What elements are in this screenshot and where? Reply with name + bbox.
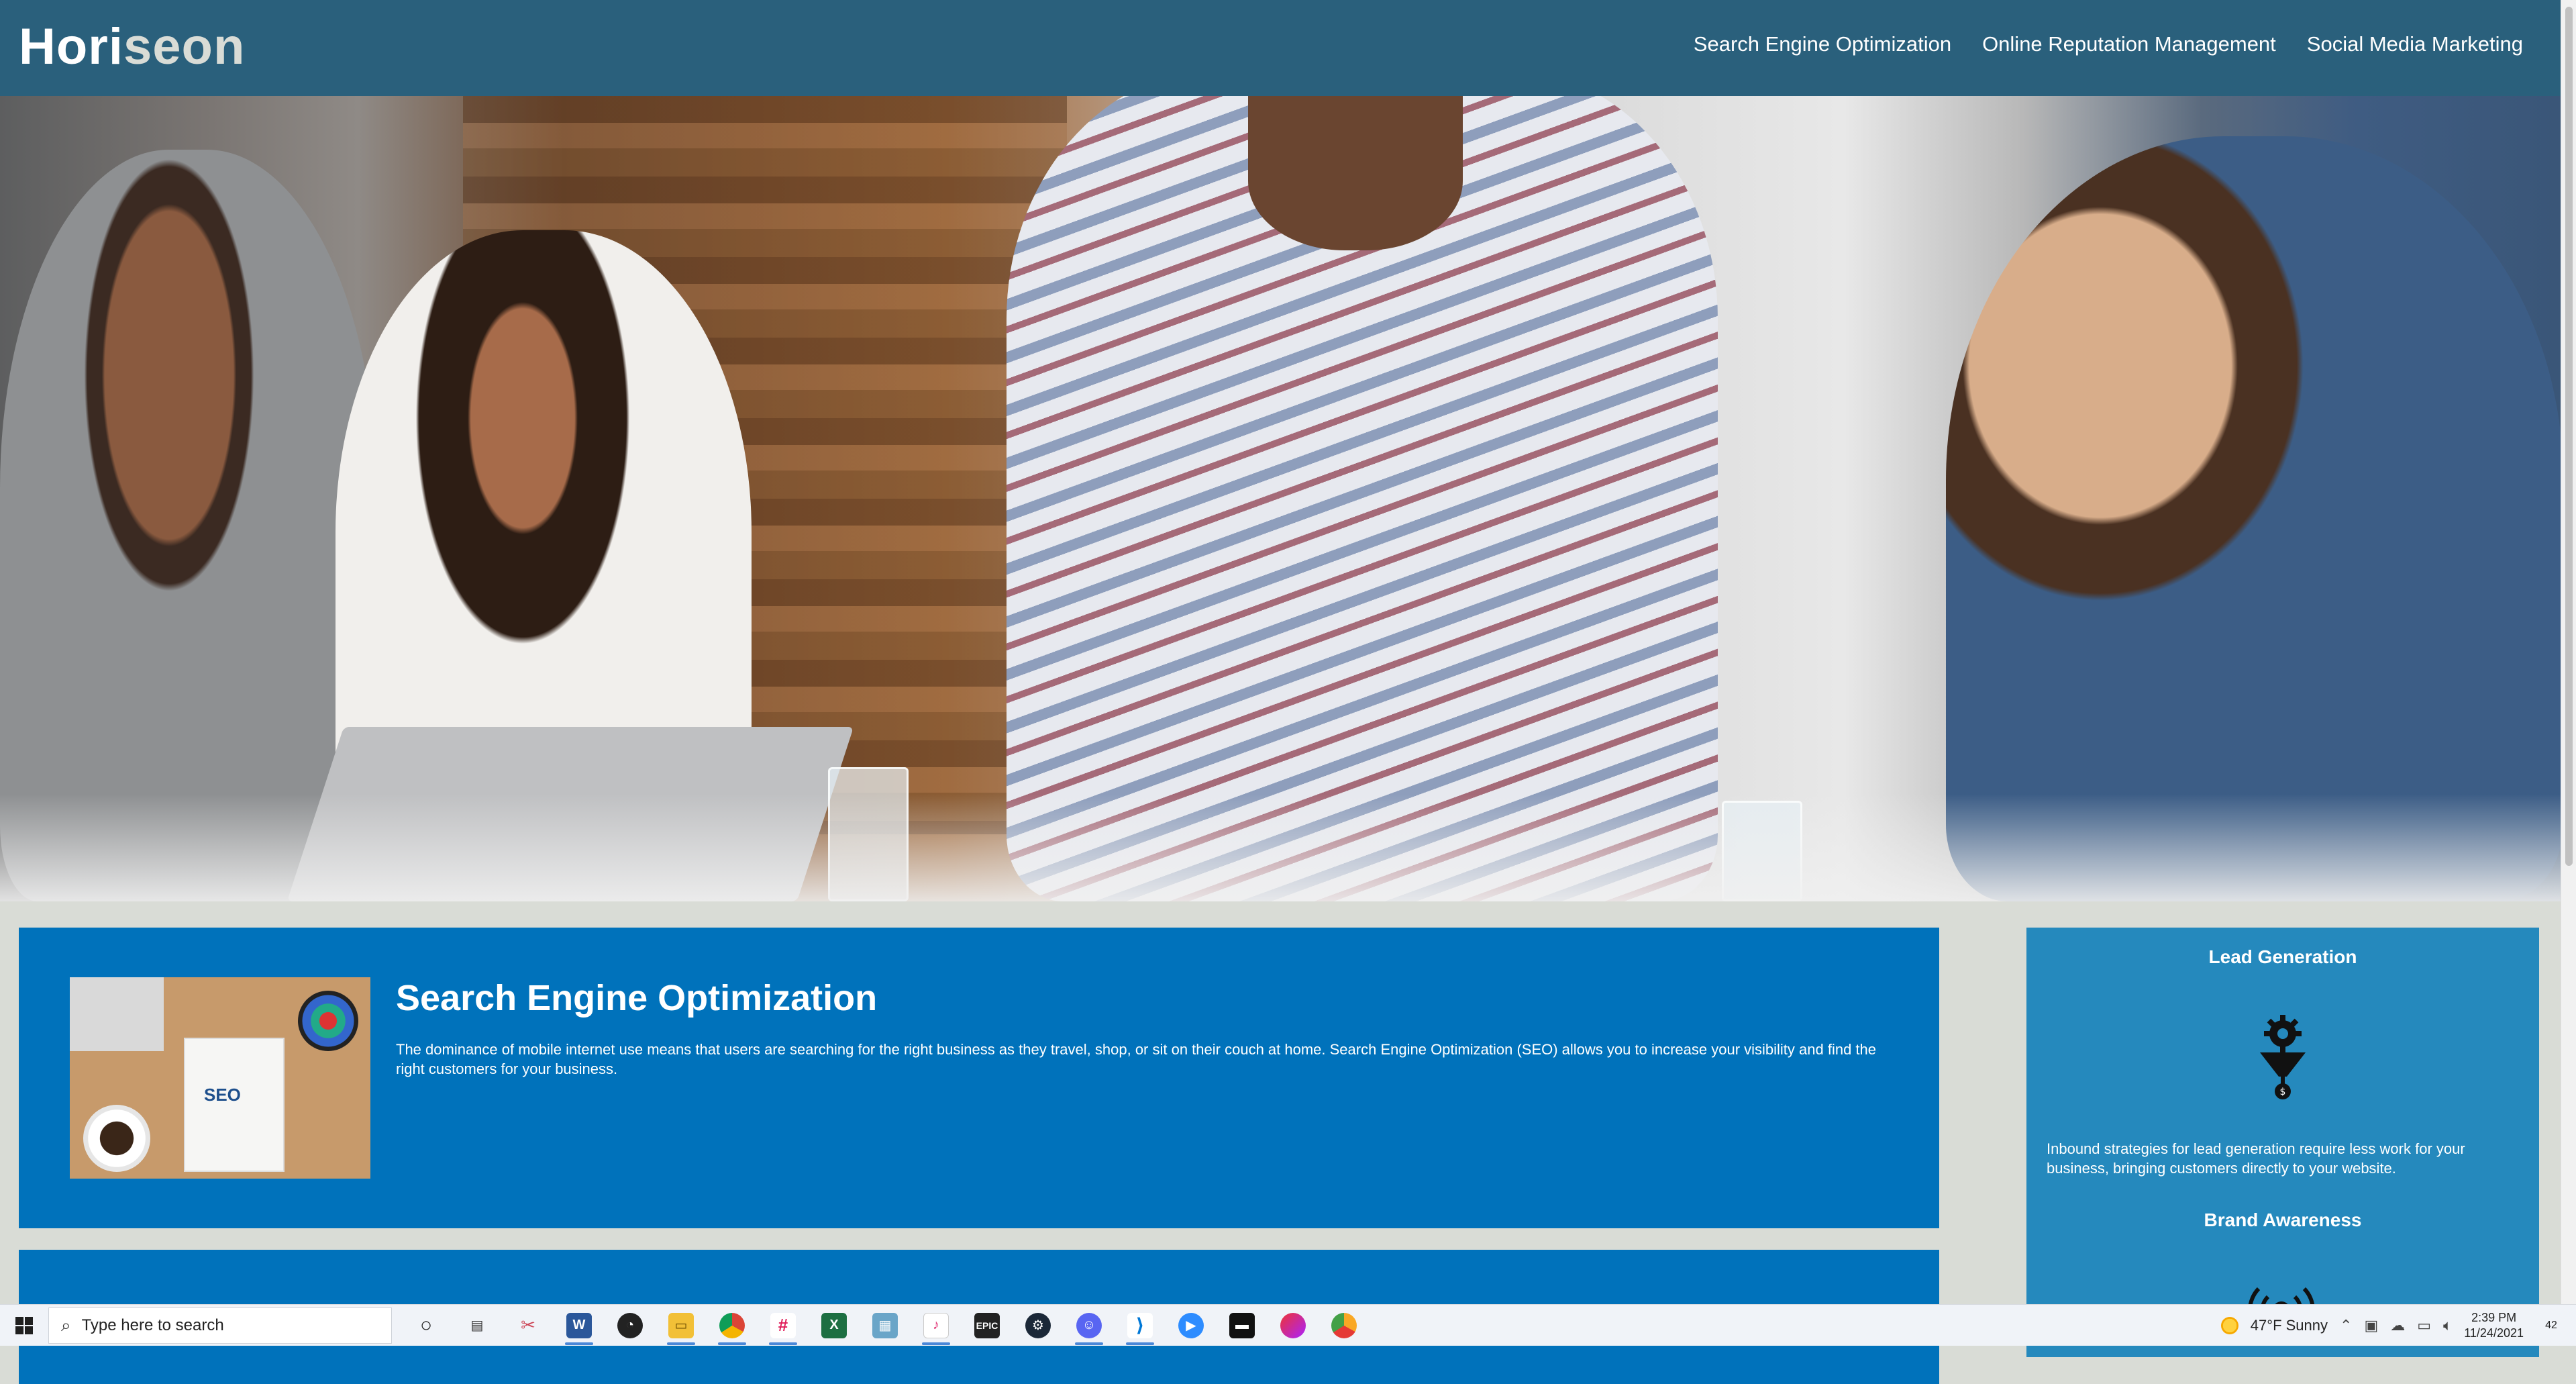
taskbar-search-placeholder: Type here to search (81, 1316, 224, 1334)
vscode-icon[interactable]: ⟩ (1119, 1305, 1161, 1346)
seo-image-laptop (70, 977, 164, 1051)
hero-person (1946, 136, 2561, 901)
windows-icon (15, 1316, 33, 1334)
widgets-icon[interactable]: ▤ (456, 1305, 498, 1346)
task-view-icon[interactable]: ○ (405, 1305, 447, 1346)
app-icon[interactable] (1272, 1305, 1314, 1346)
search-icon: ⌕ (61, 1314, 71, 1335)
epic-games-icon[interactable]: EPIC (966, 1305, 1008, 1346)
chevron-up-icon[interactable]: ⌃ (2340, 1317, 2352, 1334)
taskbar-apps: ○ ▤ ✂ W ◔ ▭ # X ▦ ♪ EPIC ⚙ ☺ ⟩ ▶ ▬ (405, 1305, 1365, 1346)
seo-title: Search Engine Optimization (396, 978, 878, 1018)
hero-image (0, 96, 2561, 901)
slack-icon[interactable]: # (762, 1305, 804, 1346)
logo[interactable]: Horiseon (19, 17, 245, 76)
seo-image-label: SEO (204, 1085, 241, 1105)
discord-icon[interactable]: ☺ (1068, 1305, 1110, 1346)
weather-text[interactable]: 47°F Sunny (2251, 1317, 2328, 1334)
site-header: Horiseon Search Engine Optimization Onli… (0, 0, 2561, 96)
logo-accent: seon (123, 18, 246, 75)
zoom-icon[interactable]: ▶ (1170, 1305, 1212, 1346)
svg-text:$: $ (2280, 1087, 2286, 1097)
logo-main: Hori (19, 18, 123, 75)
nav-link-social[interactable]: Social Media Marketing (2307, 32, 2523, 56)
steam-icon[interactable]: ⚙ (1017, 1305, 1059, 1346)
chrome-icon[interactable] (711, 1305, 753, 1346)
clock[interactable]: 2:39 PM 11/24/2021 (2464, 1310, 2524, 1342)
scrollbar-thumb[interactable] (2565, 7, 2573, 866)
windows-taskbar: ⌕ Type here to search ○ ▤ ✂ W ◔ ▭ # X ▦ … (0, 1304, 2576, 1346)
itunes-icon[interactable]: ♪ (915, 1305, 957, 1346)
file-explorer-icon[interactable]: ▭ (660, 1305, 702, 1346)
benefits-sidebar: Lead Generation $ Inbound strategies for… (2026, 928, 2539, 1357)
taskbar-search[interactable]: ⌕ Type here to search (48, 1307, 392, 1344)
notification-count: 42 (2545, 1320, 2557, 1331)
tray-app-icon[interactable]: ▣ (2364, 1317, 2378, 1334)
weather-sun-icon (2220, 1317, 2238, 1334)
hero-person (0, 150, 376, 901)
nav-link-reputation[interactable]: Online Reputation Management (1982, 32, 2276, 56)
word-icon[interactable]: W (558, 1305, 600, 1346)
volume-icon[interactable]: 🔈︎ (2443, 1317, 2452, 1334)
onedrive-icon[interactable]: ☁ (2390, 1317, 2405, 1334)
excel-icon[interactable]: X (813, 1305, 855, 1346)
lead-funnel-icon: $ (2260, 1015, 2306, 1099)
seo-image: SEO (70, 977, 370, 1179)
lead-generation-title: Lead Generation (2208, 946, 2357, 967)
hero-person-head (1248, 96, 1463, 250)
terminal-icon[interactable]: ▦ (864, 1305, 906, 1346)
page-scrollbar[interactable] (2561, 0, 2576, 1304)
notification-center-icon[interactable]: 42 (2536, 1310, 2567, 1341)
network-icon[interactable]: ▭ (2417, 1317, 2431, 1334)
chrome-canary-icon[interactable] (1323, 1305, 1365, 1346)
seo-section: SEO Search Engine Optimization The domin… (19, 928, 1939, 1228)
seo-image-pens (298, 991, 358, 1051)
clock-time: 2:39 PM (2471, 1310, 2517, 1324)
brand-awareness-title: Brand Awareness (2204, 1209, 2362, 1230)
lead-generation-text: Inbound strategies for lead generation r… (2047, 1140, 2465, 1177)
clock-date: 11/24/2021 (2464, 1326, 2524, 1340)
command-prompt-icon[interactable]: ▬ (1221, 1305, 1263, 1346)
speedometer-icon[interactable]: ◔ (609, 1305, 651, 1346)
start-button[interactable] (0, 1305, 48, 1346)
nav-link-seo[interactable]: Search Engine Optimization (1694, 32, 1951, 56)
seo-image-cup (83, 1105, 150, 1172)
main-nav: Search Engine Optimization Online Reputa… (1694, 32, 2523, 56)
seo-text: The dominance of mobile internet use mea… (396, 1041, 1877, 1077)
snipping-tool-icon[interactable]: ✂ (507, 1305, 549, 1346)
system-tray: 47°F Sunny ⌃ ▣ ☁ ▭ 🔈︎ 2:39 PM 11/24/2021… (2220, 1305, 2576, 1346)
hero-table (0, 794, 2561, 901)
